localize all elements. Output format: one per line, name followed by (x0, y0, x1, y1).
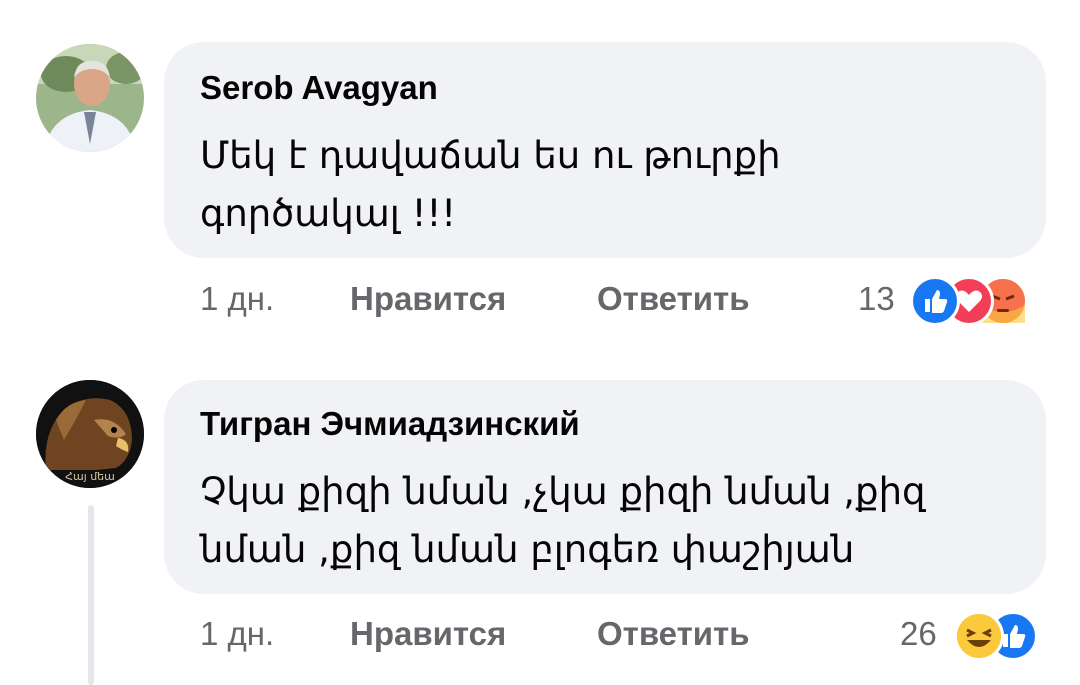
comment-timestamp[interactable]: 1 дн. (200, 280, 274, 318)
reply-button[interactable]: Ответить (597, 280, 750, 318)
comment-timestamp[interactable]: 1 дн. (200, 615, 274, 653)
comment-author[interactable]: Serob Avagyan (200, 69, 438, 107)
comment-actions: 1 дн. Нравится Ответить 13 (0, 276, 1080, 330)
reaction-count: 13 (858, 280, 895, 317)
like-icon (910, 276, 960, 326)
avatar[interactable] (36, 44, 144, 152)
comment-actions: 1 дн. Нравится Ответить 26 (0, 611, 1080, 665)
reactions-summary[interactable]: 26 (900, 611, 1050, 663)
reply-button[interactable]: Ответить (597, 615, 750, 653)
reactions-summary[interactable]: 13 (858, 276, 1048, 328)
reaction-count: 26 (900, 615, 937, 652)
comment-text-line: Մեկ է դավաճան ես ու թուրքի (200, 134, 781, 177)
comment-bubble: Тигран Эчмиадзинский Չկա քիզի նման ,չկա … (164, 380, 1046, 594)
like-button[interactable]: Нравится (350, 280, 506, 318)
comment-author[interactable]: Тигран Эчмиадзинский (200, 405, 580, 443)
like-button[interactable]: Нравится (350, 615, 506, 653)
haha-icon (954, 611, 1004, 661)
avatar-caption: Հայ մեա (65, 470, 115, 483)
comment-text-line: Չկա քիզի նման ,չկա քիզի նման ,քիզ (200, 470, 926, 513)
comment-bubble: Serob Avagyan Մեկ է դավաճան ես ու թուրքի… (164, 42, 1046, 258)
comment-text-line: գործակալ !!! (200, 192, 457, 235)
comment-text-line: նման ,քիզ նման բլոգեռ փաշիյան (200, 528, 855, 571)
avatar[interactable]: Հայ մեա (36, 380, 144, 488)
